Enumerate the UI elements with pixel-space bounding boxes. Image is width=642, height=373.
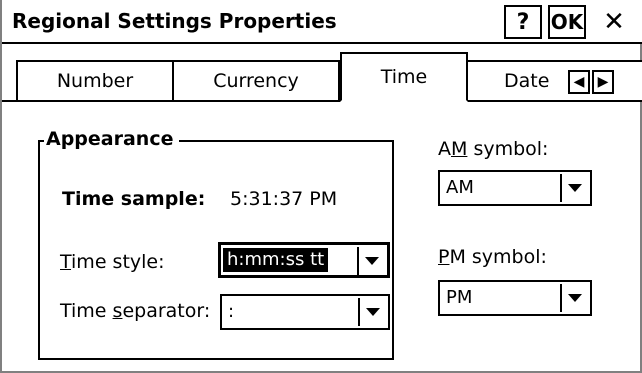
pm-symbol-value: PM (446, 287, 473, 308)
time-separator-dropdown-button[interactable] (358, 298, 386, 326)
am-symbol-combo[interactable]: AM (438, 170, 592, 206)
chevron-down-icon (568, 294, 582, 302)
tab-scroll-right-button[interactable]: ▶ (592, 70, 614, 94)
tab-scroll-left-button[interactable]: ◀ (568, 70, 590, 94)
window-title: Regional Settings Properties (12, 9, 337, 33)
tab-strip: Number Currency Time Date ◀ ▶ (2, 44, 642, 104)
time-separator-combo[interactable]: : (220, 294, 390, 330)
time-style-value: h:mm:ss tt (223, 248, 329, 272)
tab-baseline (2, 100, 642, 102)
time-separator-value: : (228, 301, 235, 322)
chevron-down-icon (366, 308, 380, 316)
am-symbol-value: AM (446, 177, 474, 198)
time-separator-label: Time separator: (60, 300, 211, 322)
tab-currency[interactable]: Currency (172, 60, 340, 100)
chevron-down-icon (365, 257, 379, 265)
time-style-dropdown-button[interactable] (357, 247, 385, 275)
title-bar: Regional Settings Properties ? OK ✕ (2, 0, 642, 44)
time-style-combo[interactable]: h:mm:ss tt (218, 242, 390, 278)
time-sample-value: 5:31:37 PM (230, 188, 338, 210)
pm-symbol-label: PM symbol: (438, 246, 547, 268)
dialog-window: Regional Settings Properties ? OK ✕ Numb… (0, 0, 642, 373)
tab-time[interactable]: Time (340, 52, 468, 102)
pm-symbol-dropdown-button[interactable] (560, 284, 588, 312)
tab-number[interactable]: Number (16, 60, 174, 100)
time-sample-label: Time sample: (62, 188, 206, 210)
am-symbol-dropdown-button[interactable] (560, 174, 588, 202)
pm-symbol-combo[interactable]: PM (438, 280, 592, 316)
chevron-down-icon (568, 184, 582, 192)
close-button[interactable]: ✕ (594, 5, 634, 39)
arrow-right-icon: ▶ (597, 74, 609, 90)
time-style-label: Time style: (60, 251, 165, 273)
ok-button[interactable]: OK (548, 5, 586, 39)
am-symbol-label: AM symbol: (438, 138, 549, 160)
appearance-legend: Appearance (44, 128, 180, 150)
tab-date[interactable]: Date (466, 60, 642, 100)
close-icon: ✕ (603, 7, 625, 37)
arrow-left-icon: ◀ (573, 74, 585, 90)
help-button[interactable]: ? (504, 5, 542, 39)
